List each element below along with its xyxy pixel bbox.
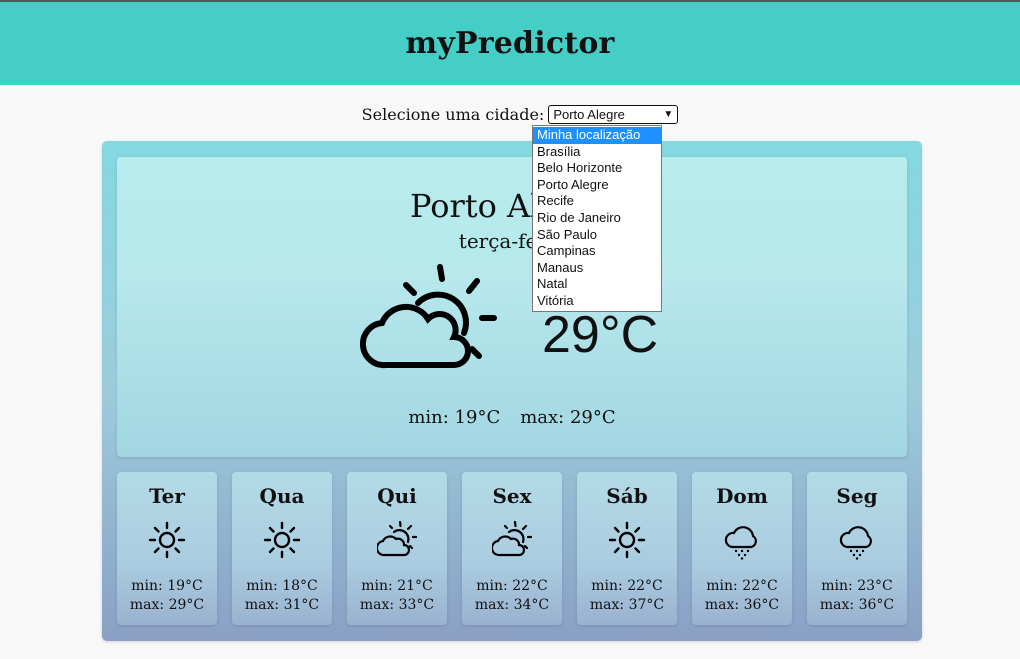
partly-cloudy-icon [492,520,532,557]
forecast-max: max: 33°C [359,597,435,613]
forecast-max: max: 37°C [589,597,665,613]
forecast-day-name: Ter [149,484,185,508]
forecast-day-name: Sex [492,484,532,508]
city-dropdown-list: Minha localização Brasília Belo Horizont… [532,125,662,312]
forecast-day-name: Qui [377,484,417,508]
city-option[interactable]: Natal [533,276,661,293]
sun-icon [263,521,301,559]
current-day: terça-feira [458,229,566,253]
partly-cloudy-icon [360,264,497,369]
forecast-day-card: Sex min: 22°C max: 34°C [462,472,562,625]
forecast-min: min: 22°C [706,578,778,594]
city-option[interactable]: São Paulo [533,227,661,244]
city-selector-label: Selecione uma cidade: [361,105,545,124]
chevron-down-icon: ▼ [663,109,674,120]
forecast-day-card: Qua min: 18°C max: 31°C [232,472,332,625]
city-select[interactable]: Porto Alegre ▼ [548,105,679,124]
current-min-max: min: 19°C max: 29°C [117,407,907,428]
forecast-min: min: 23°C [821,578,893,594]
forecast-min: min: 19°C [131,578,203,594]
current-temperature: 29°C [542,306,659,364]
sun-icon [148,521,186,559]
current-max: max: 29°C [520,407,616,428]
forecast-day-name: Sáb [606,484,648,508]
forecast-day-card: Dom min: 22°C max: 36°C [692,472,792,625]
forecast-day-card: Seg min: 23°C max: 36°C [807,472,907,625]
forecast-max: max: 36°C [819,597,895,613]
forecast-max: max: 36°C [704,597,780,613]
forecast-min: min: 22°C [476,578,548,594]
rain-cloud-icon [839,526,872,560]
current-weather-panel: Porto Alegre terça-feira 29°C min: 19°C m… [117,157,907,457]
city-option[interactable]: Recife [533,193,661,210]
city-option[interactable]: Vitória [533,293,661,310]
forecast-day-card: Ter min: 19°C max: 29°C [117,472,217,625]
forecast-row: Ter min: 19°C max: 29°C Qua min: 18°C ma… [117,472,907,626]
forecast-max: max: 29°C [129,597,205,613]
forecast-day-name: Seg [836,484,878,508]
forecast-min: min: 21°C [361,578,433,594]
city-option[interactable]: Manaus [533,260,661,277]
forecast-max: max: 31°C [244,597,320,613]
weather-card: Porto Alegre terça-feira 29°C min: 19°C m… [102,141,922,641]
city-select-value: Porto Alegre [553,107,625,122]
forecast-min: min: 22°C [591,578,663,594]
sun-icon [608,521,646,559]
forecast-min: min: 18°C [246,578,318,594]
current-min: min: 19°C [408,407,501,428]
current-city-name: Porto Alegre [409,187,615,225]
forecast-day-name: Dom [716,484,768,508]
partly-cloudy-icon [377,520,417,557]
city-option[interactable]: Porto Alegre [533,177,661,194]
city-option[interactable]: Brasília [533,144,661,161]
city-selector-row: Selecione uma cidade: Porto Alegre ▼ [0,105,1020,124]
app-title: myPredictor [405,26,615,61]
forecast-max: max: 34°C [474,597,550,613]
city-option[interactable]: Belo Horizonte [533,160,661,177]
forecast-day-card: Sáb min: 22°C max: 37°C [577,472,677,625]
city-option[interactable]: Minha localização [533,127,661,144]
city-option[interactable]: Rio de Janeiro [533,210,661,227]
city-option[interactable]: Campinas [533,243,661,260]
forecast-day-card: Qui min: 21°C max: 33°C [347,472,447,625]
rain-cloud-icon [724,526,757,560]
app-header: myPredictor [0,2,1020,85]
forecast-day-name: Qua [259,484,305,508]
